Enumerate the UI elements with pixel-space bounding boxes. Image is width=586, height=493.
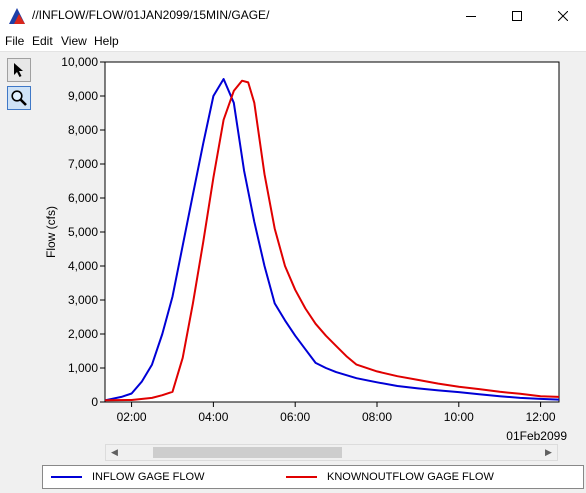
plot-area: 0 1,000 2,000 3,000 4,000 5,000 6,000 7,000 8,00… — [40, 56, 586, 460]
x-tick-label: 10:00 — [444, 410, 474, 424]
scroll-right-arrow-icon[interactable]: ▶ — [540, 445, 557, 460]
maximize-icon — [512, 10, 522, 21]
flow-chart: 0 1,000 2,000 3,000 4,000 5,000 6,000 7,000 8,00… — [40, 56, 586, 460]
chart-legend: INFLOW GAGE FLOW KNOWNOUTFLOW GAGE FLOW — [42, 465, 584, 489]
legend-item-inflow: INFLOW GAGE FLOW — [51, 466, 204, 488]
close-button[interactable] — [540, 0, 586, 31]
y-tick-label: 1,000 — [68, 361, 98, 375]
y-tick-label: 4,000 — [68, 259, 98, 273]
menu-bar: File Edit View Help — [0, 31, 586, 52]
menu-help[interactable]: Help — [94, 34, 119, 48]
zoom-tool-button[interactable] — [7, 86, 31, 110]
x-tick-label: 12:00 — [526, 410, 556, 424]
y-tick-label: 2,000 — [68, 327, 98, 341]
close-icon — [558, 10, 568, 21]
legend-swatch-outflow — [286, 476, 317, 478]
y-tick-label: 10,000 — [61, 56, 98, 69]
x-tick-label: 08:00 — [362, 410, 392, 424]
tool-palette — [5, 56, 33, 486]
title-bar: //INFLOW/FLOW/01JAN2099/15MIN/GAGE/ — [0, 0, 586, 31]
minimize-button[interactable] — [448, 0, 494, 31]
y-axis-label: Flow (cfs) — [44, 206, 58, 258]
maximize-button[interactable] — [494, 0, 540, 31]
y-tick-label: 3,000 — [68, 293, 98, 307]
horizontal-scrollbar[interactable]: ◀ ▶ — [105, 444, 558, 461]
legend-item-outflow: KNOWNOUTFLOW GAGE FLOW — [286, 466, 494, 488]
zoom-magnifier-icon — [11, 90, 27, 106]
y-tick-label: 8,000 — [68, 123, 98, 137]
scroll-thumb[interactable] — [153, 447, 342, 458]
y-tick-label: 9,000 — [68, 89, 98, 103]
legend-label-outflow: KNOWNOUTFLOW GAGE FLOW — [327, 471, 494, 483]
menu-edit[interactable]: Edit — [32, 34, 53, 48]
x-tick-label: 04:00 — [198, 410, 228, 424]
pointer-arrow-icon — [14, 63, 23, 77]
x-axis-date-label: 01Feb2099 — [506, 429, 567, 443]
menu-view[interactable]: View — [61, 34, 87, 48]
x-tick-label: 02:00 — [117, 410, 147, 424]
y-tick-label: 6,000 — [68, 191, 98, 205]
plot-frame — [104, 61, 560, 403]
legend-label-inflow: INFLOW GAGE FLOW — [92, 471, 205, 483]
y-tick-label: 7,000 — [68, 157, 98, 171]
menu-file[interactable]: File — [5, 34, 24, 48]
app-logo-icon — [9, 8, 25, 24]
minimize-icon — [466, 15, 476, 17]
y-tick-label: 0 — [91, 395, 98, 409]
legend-swatch-inflow — [51, 476, 82, 478]
pointer-tool-button[interactable] — [7, 58, 31, 82]
scroll-left-arrow-icon[interactable]: ◀ — [106, 445, 123, 460]
window-title: //INFLOW/FLOW/01JAN2099/15MIN/GAGE/ — [32, 8, 270, 22]
y-tick-label: 5,000 — [68, 225, 98, 239]
x-tick-label: 06:00 — [280, 410, 310, 424]
